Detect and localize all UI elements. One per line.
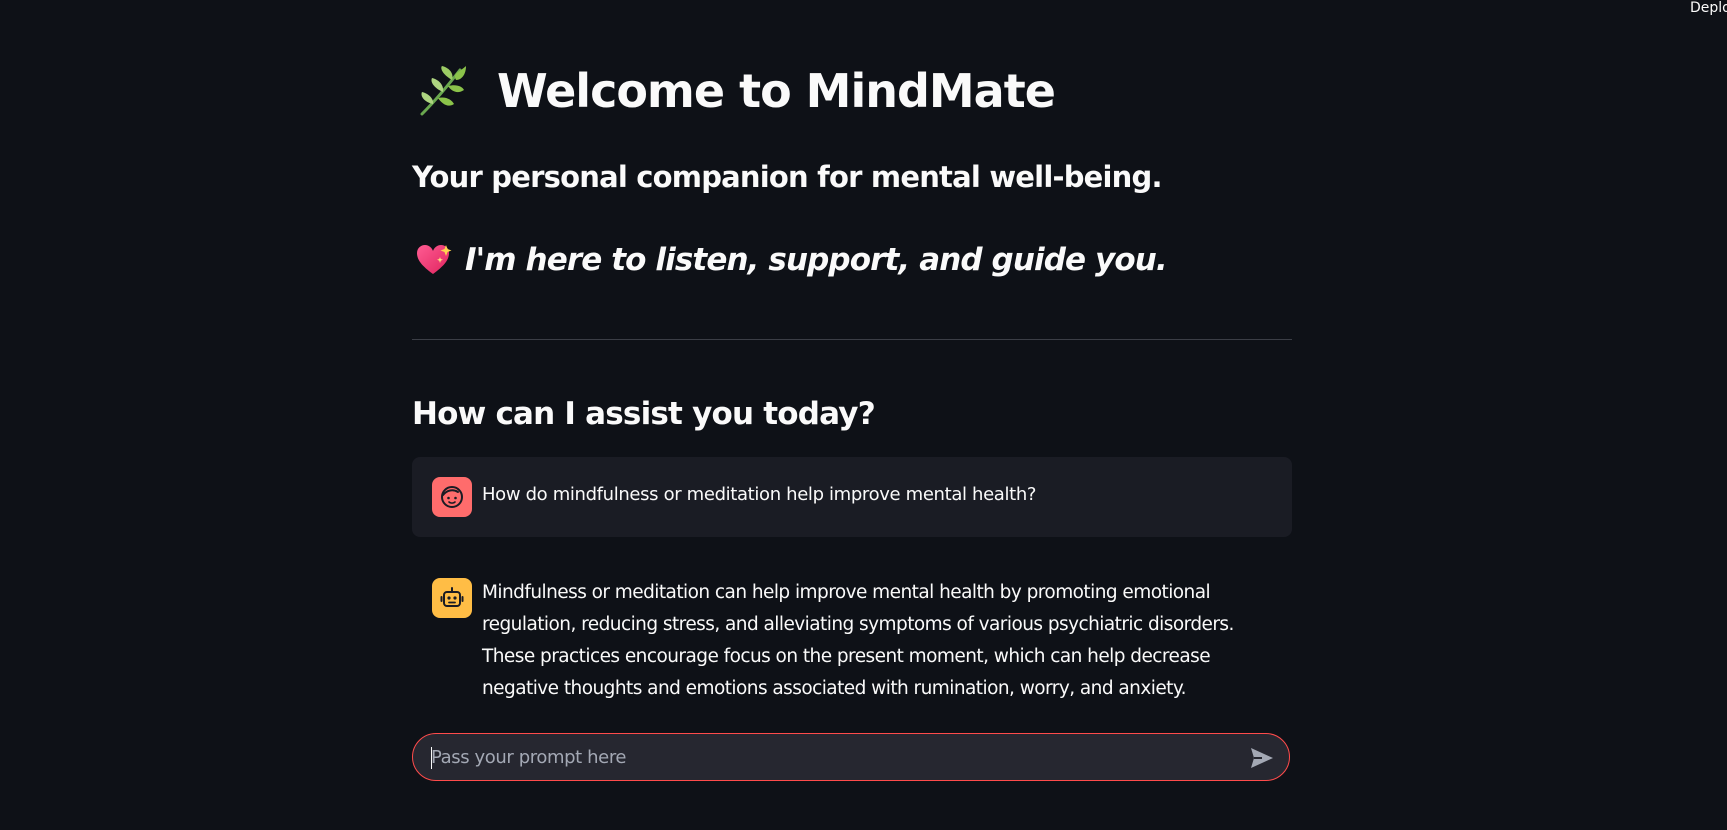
- chat-input-container: [412, 733, 1290, 781]
- tagline: I'm here to listen, support, and guide y…: [465, 242, 1168, 278]
- chat-prompt-input[interactable]: [431, 734, 1231, 780]
- send-arrow-icon: [1251, 748, 1273, 768]
- assistant-message-text: Mindfulness or meditation can help impro…: [482, 582, 1234, 699]
- title-row: Welcome to MindMate: [412, 58, 1056, 124]
- user-avatar: [432, 477, 472, 517]
- tagline-row: I'm here to listen, support, and guide y…: [416, 240, 1168, 280]
- send-button[interactable]: [1249, 745, 1275, 771]
- assistant-message: Mindfulness or meditation can help impro…: [412, 577, 1292, 707]
- chat-heading: How can I assist you today?: [412, 396, 876, 432]
- page-subtitle: Your personal companion for mental well-…: [412, 160, 1162, 194]
- robot-icon: [440, 587, 464, 607]
- page-title: Welcome to MindMate: [497, 64, 1056, 118]
- divider: [412, 339, 1292, 340]
- user-message: How do mindfulness or meditation help im…: [412, 457, 1292, 537]
- bot-avatar: [432, 578, 472, 618]
- user-face-icon: [441, 486, 463, 508]
- text-caret: [431, 747, 432, 769]
- deploy-button[interactable]: Deploy: [1690, 0, 1727, 16]
- herb-leaf-icon: [412, 62, 470, 120]
- sparkling-heart-icon: [416, 243, 452, 277]
- user-message-text: How do mindfulness or meditation help im…: [482, 484, 1037, 505]
